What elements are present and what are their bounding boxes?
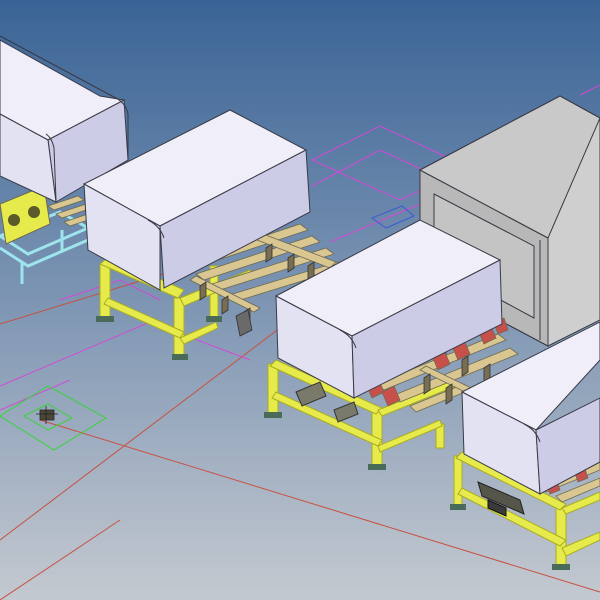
cad-viewport[interactable] — [0, 0, 600, 600]
conveyor-line-3d-model[interactable] — [0, 0, 600, 600]
